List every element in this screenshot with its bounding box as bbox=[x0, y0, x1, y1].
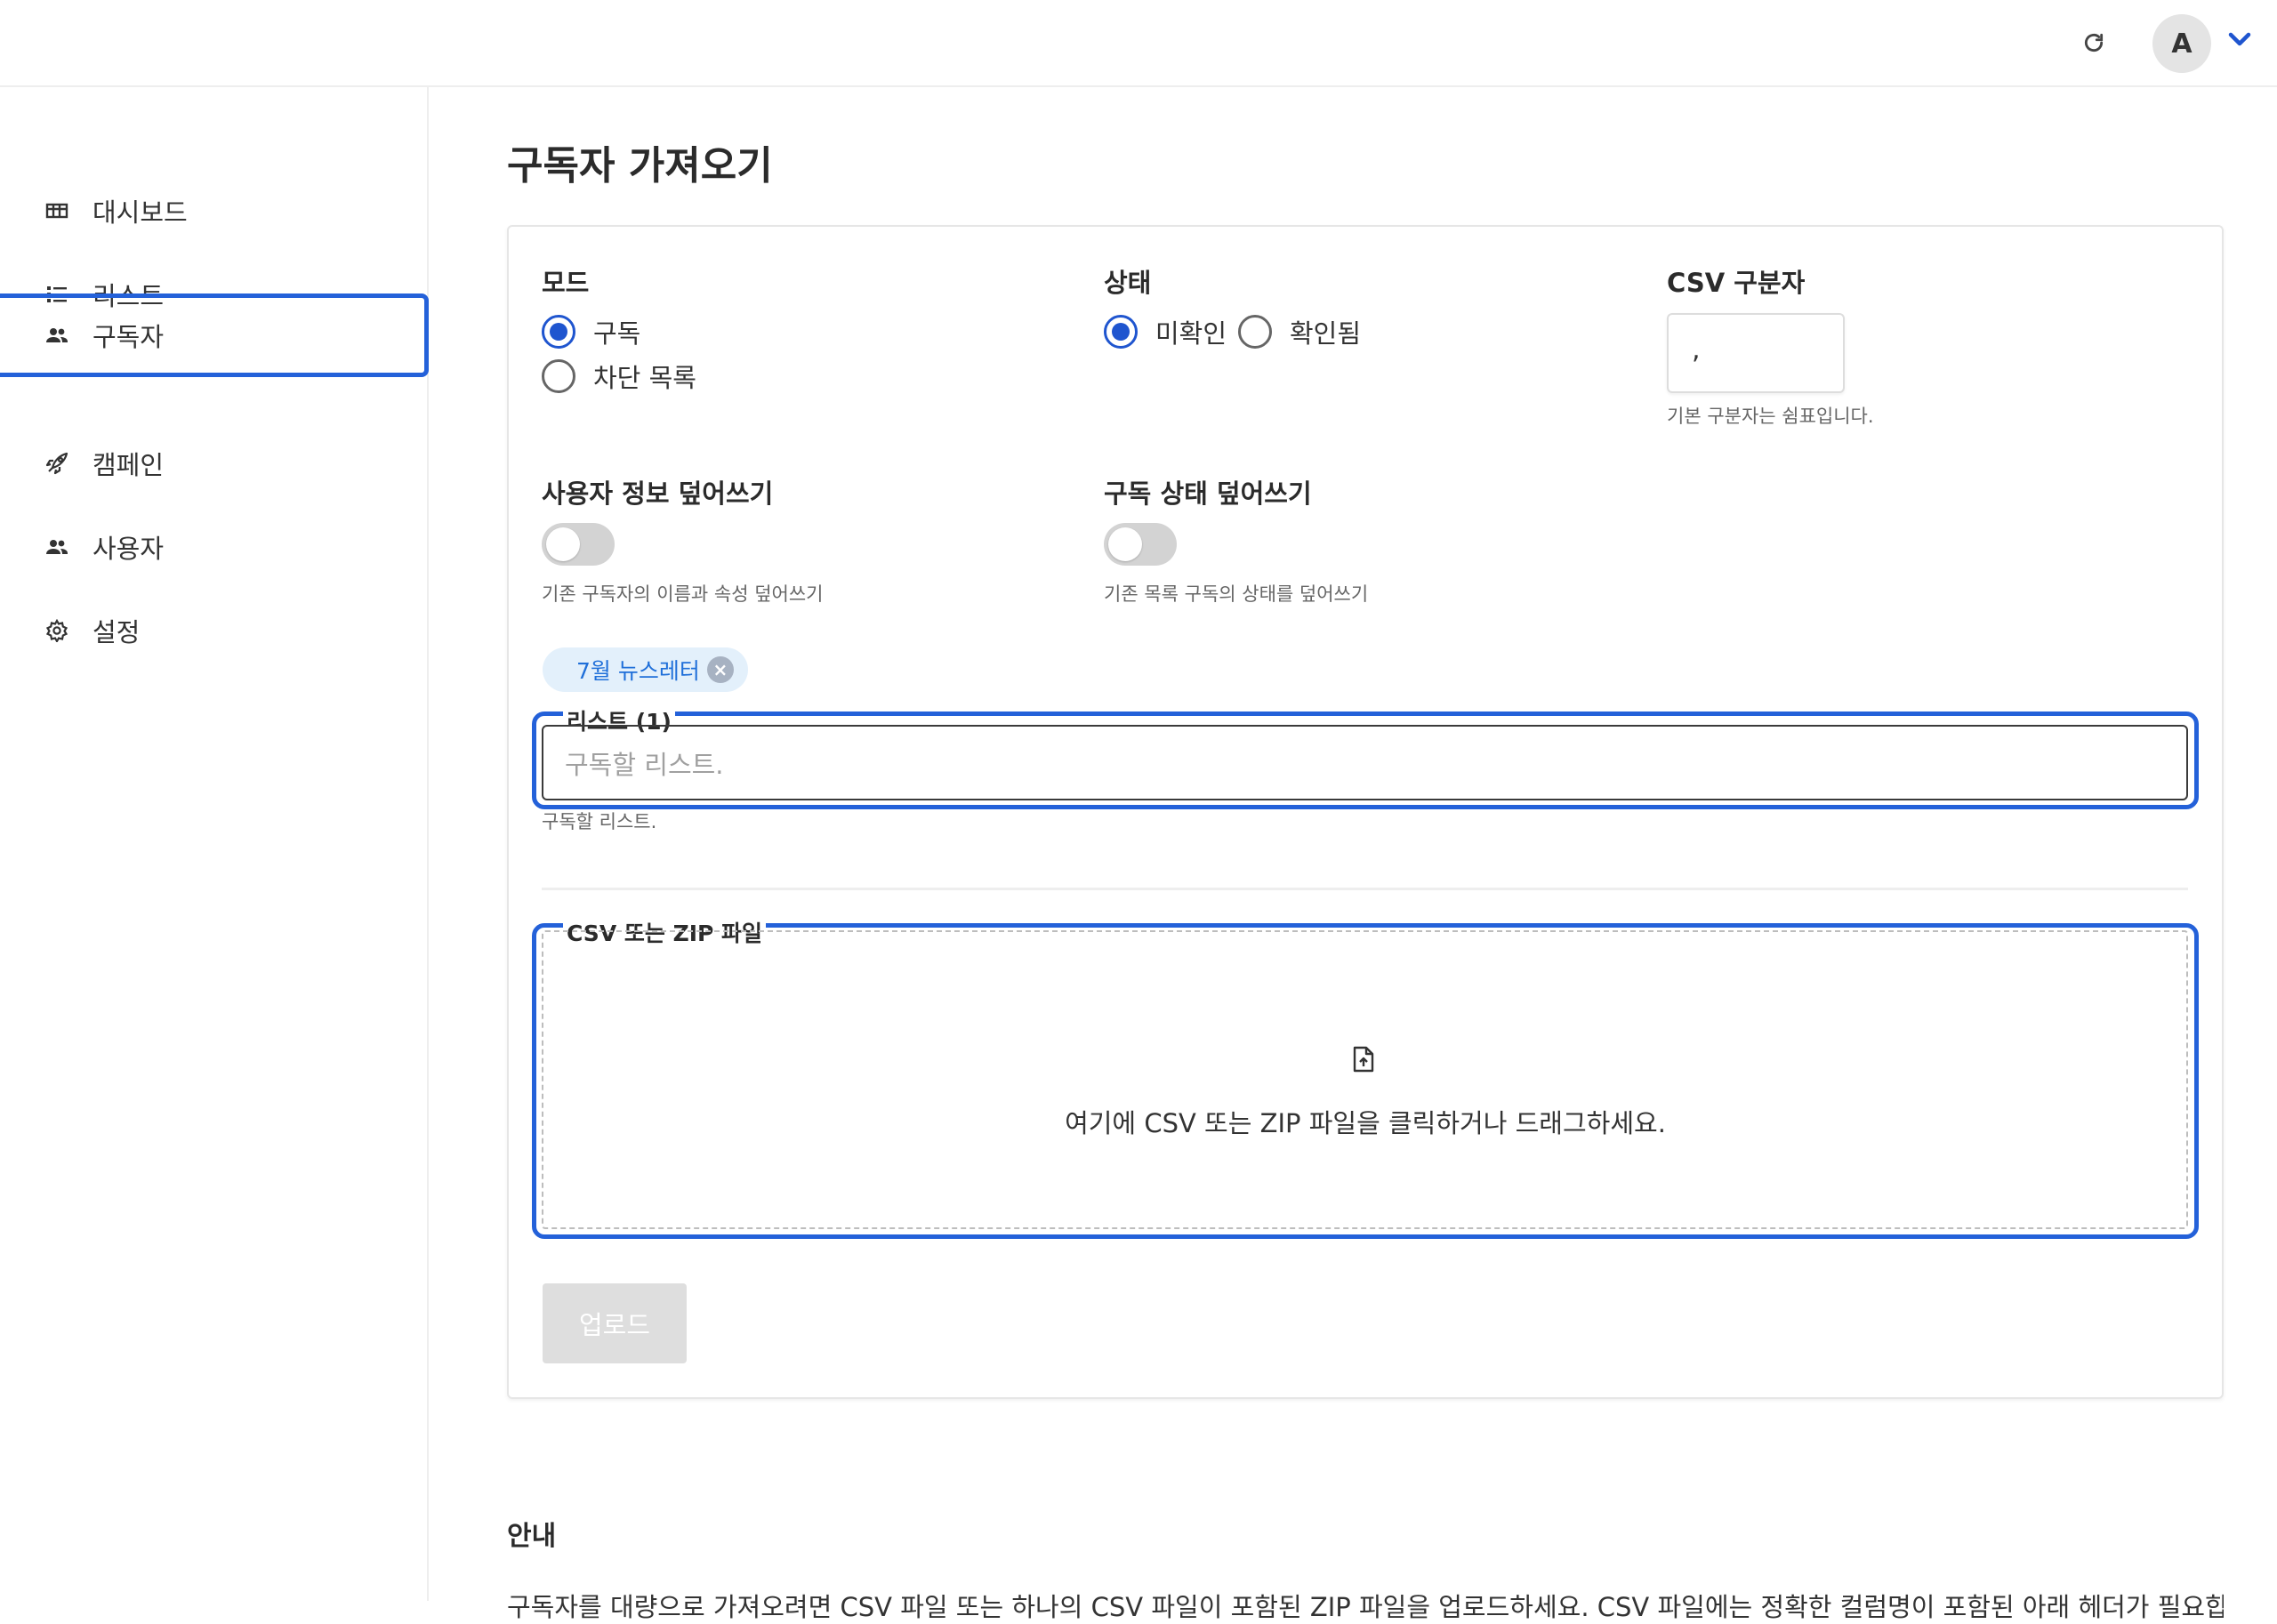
rocket-icon bbox=[44, 451, 69, 476]
radio-unselected-icon[interactable] bbox=[1238, 315, 1272, 349]
overwrite-user-toggle[interactable] bbox=[542, 523, 615, 566]
chevron-down-icon[interactable] bbox=[2224, 23, 2256, 55]
sidebar-item-label: 대시보드 bbox=[93, 197, 188, 228]
divider bbox=[542, 888, 2188, 890]
overwrite-status-help: 기존 목록 구독의 상태를 덮어쓰기 bbox=[1104, 583, 1369, 605]
dashboard-icon bbox=[44, 198, 69, 223]
radio-selected-icon[interactable] bbox=[542, 315, 575, 349]
status-radio-confirmed[interactable]: 확인됨 bbox=[1238, 313, 1361, 350]
overwrite-status-label: 구독 상태 덮어쓰기 bbox=[1104, 478, 1312, 509]
status-option-label: 미확인 bbox=[1155, 318, 1227, 349]
remove-tag-icon[interactable]: × bbox=[706, 656, 734, 683]
gear-icon bbox=[44, 618, 69, 643]
top-bar: A bbox=[0, 0, 2277, 87]
mode-radio-blocklist[interactable]: 차단 목록 bbox=[542, 358, 696, 395]
info-text: 구독자를 대량으로 가져오려면 CSV 파일 또는 하나의 CSV 파일이 포함… bbox=[507, 1592, 2224, 1622]
page-title: 구독자 가져오기 bbox=[507, 143, 773, 189]
sidebar-item-campaigns[interactable]: 캠페인 bbox=[0, 422, 429, 505]
sidebar-item-users[interactable]: 사용자 bbox=[0, 505, 429, 589]
lists-input[interactable]: 구독할 리스트. bbox=[542, 725, 2188, 800]
delimiter-label: CSV 구분자 bbox=[1667, 268, 1806, 298]
file-dropzone[interactable] bbox=[542, 930, 2188, 1229]
delimiter-help: 기본 구분자는 쉼표입니다. bbox=[1667, 406, 1874, 427]
status-label: 상태 bbox=[1104, 268, 1152, 298]
sidebar-item-dashboard[interactable]: 대시보드 bbox=[0, 169, 429, 253]
overwrite-user-help: 기존 구독자의 이름과 속성 덮어쓰기 bbox=[542, 583, 824, 605]
users-icon bbox=[44, 535, 69, 559]
sidebar-item-label: 설정 bbox=[93, 617, 141, 647]
sidebar-item-label: 구독자 bbox=[93, 322, 165, 352]
sidebar-item-subscribers[interactable]: 구독자 bbox=[0, 293, 429, 377]
mode-radio-subscribe[interactable]: 구독 bbox=[542, 313, 640, 350]
list-tag-label: 7월 뉴스레터 bbox=[576, 658, 700, 684]
dropzone-text: 여기에 CSV 또는 ZIP 파일을 클릭하거나 드래그하세요. bbox=[1065, 1108, 1666, 1138]
sidebar: 대시보드 리스트 구독자 캠페인 사용자 설정 bbox=[0, 87, 429, 1601]
sidebar-item-label: 사용자 bbox=[93, 534, 165, 564]
status-radio-unconfirmed[interactable]: 미확인 bbox=[1104, 313, 1227, 350]
info-title: 안내 bbox=[507, 1521, 557, 1552]
list-tag: 7월 뉴스레터 × bbox=[543, 647, 748, 692]
radio-selected-icon[interactable] bbox=[1104, 315, 1138, 349]
mode-option-label: 차단 목록 bbox=[593, 363, 696, 393]
mode-option-label: 구독 bbox=[593, 318, 641, 349]
sidebar-item-settings[interactable]: 설정 bbox=[0, 589, 429, 672]
avatar[interactable]: A bbox=[2152, 14, 2211, 73]
status-option-label: 확인됨 bbox=[1290, 318, 1362, 349]
file-upload-icon bbox=[1352, 1046, 1377, 1073]
sidebar-item-label: 캠페인 bbox=[93, 450, 165, 480]
overwrite-status-toggle[interactable] bbox=[1104, 523, 1177, 566]
lists-help: 구독할 리스트. bbox=[542, 811, 657, 832]
mode-label: 모드 bbox=[542, 268, 590, 298]
delimiter-input[interactable]: , bbox=[1667, 313, 1845, 393]
avatar-initial: A bbox=[2171, 28, 2193, 60]
radio-unselected-icon[interactable] bbox=[542, 359, 575, 393]
overwrite-user-label: 사용자 정보 덮어쓰기 bbox=[542, 478, 774, 509]
refresh-icon[interactable] bbox=[2078, 25, 2110, 60]
upload-button[interactable]: 업로드 bbox=[543, 1283, 687, 1363]
users-icon bbox=[44, 323, 69, 348]
